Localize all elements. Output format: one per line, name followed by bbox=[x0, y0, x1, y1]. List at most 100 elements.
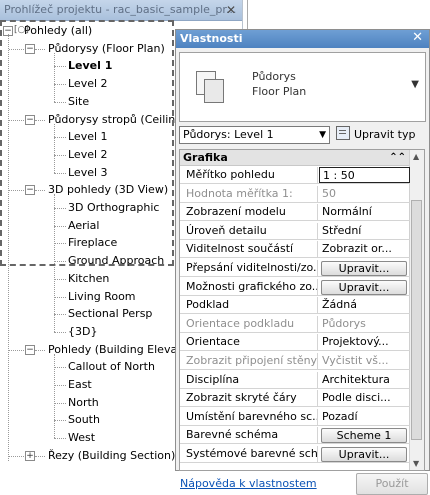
collapse-icon[interactable]: − bbox=[25, 344, 35, 355]
property-row[interactable]: Zobrazit skryté čáry Podle disci... bbox=[180, 390, 410, 408]
tree-connector bbox=[54, 385, 66, 386]
views-icon: [○] bbox=[14, 25, 29, 35]
project-browser-title: Prohlížeč projektu - rac_basic_sample_pr… bbox=[4, 3, 237, 16]
tree-item[interactable]: Callout of North bbox=[68, 358, 155, 375]
group-header-label: Grafika bbox=[183, 151, 228, 164]
collapse-icon[interactable]: − bbox=[25, 43, 35, 54]
edit-type-label: Upravit typ bbox=[354, 128, 416, 141]
tree-item[interactable]: 3D Orthographic bbox=[68, 199, 159, 216]
property-row[interactable]: Viditelnost součástí Zobrazit or... bbox=[180, 241, 410, 259]
property-row[interactable]: Měřítko pohledu 1 : 50 bbox=[180, 167, 410, 184]
chevron-down-icon[interactable]: ▼ bbox=[411, 79, 419, 90]
tree-connector bbox=[54, 296, 66, 298]
property-value[interactable]: Architektura bbox=[319, 372, 410, 388]
apply-button[interactable]: Použít bbox=[356, 473, 428, 495]
property-name: Možnosti grafického zo... bbox=[180, 278, 318, 295]
tree-connector bbox=[54, 208, 66, 209]
tree-item[interactable]: Půdorysy stropů (Ceiling bbox=[48, 111, 182, 128]
tree-item[interactable]: Level 1 bbox=[68, 128, 108, 145]
tree-item[interactable]: West bbox=[68, 429, 95, 446]
tree-item[interactable]: East bbox=[68, 376, 92, 393]
property-row[interactable]: Orientace podkladu Půdorys bbox=[180, 315, 410, 333]
property-row[interactable]: Zobrazit připojení stěny Vyčistit vš... bbox=[180, 353, 410, 370]
edit-button[interactable]: Upravit... bbox=[321, 279, 407, 295]
tree-item[interactable]: Kitchen bbox=[68, 270, 109, 287]
tree-item[interactable]: Living Room bbox=[68, 288, 136, 305]
tree-connector bbox=[9, 349, 24, 351]
property-row[interactable]: Barevné schéma Scheme 1 bbox=[180, 427, 410, 445]
scrollbar-thumb[interactable] bbox=[411, 200, 422, 440]
edit-button[interactable]: Upravit... bbox=[321, 261, 407, 276]
property-row[interactable]: Systémové barevné schémaUpravit... bbox=[180, 446, 410, 463]
property-value-input[interactable]: 1 : 50 bbox=[319, 167, 410, 183]
project-browser-titlebar[interactable]: Prohlížeč projektu - rac_basic_sample_pr… bbox=[0, 0, 242, 21]
tree-connector bbox=[54, 331, 66, 333]
tree-connector bbox=[54, 52, 55, 102]
tree-connector bbox=[9, 455, 24, 457]
tree-item[interactable]: Level 2 bbox=[68, 146, 108, 163]
tree-item[interactable]: Level 3 bbox=[68, 164, 108, 181]
tree-item[interactable]: South bbox=[68, 411, 100, 428]
tree-item[interactable]: {3D} bbox=[68, 323, 97, 340]
property-value[interactable]: Normální bbox=[319, 204, 410, 220]
tree-connector bbox=[54, 101, 66, 103]
property-value[interactable]: Žádná bbox=[319, 297, 410, 313]
tree-connector bbox=[35, 349, 45, 351]
property-row[interactable]: Zobrazení modelu Normální bbox=[180, 204, 410, 222]
type-selector[interactable]: Půdorys Floor Plan ▼ bbox=[179, 52, 426, 122]
tree-item[interactable]: Aerial bbox=[68, 217, 99, 234]
property-row[interactable]: Podklad Žádná bbox=[180, 297, 410, 315]
tree-item[interactable]: Půdorysy (Floor Plan) bbox=[48, 40, 165, 57]
tree-connector bbox=[54, 84, 66, 86]
property-value[interactable]: Podle disci... bbox=[319, 390, 410, 406]
property-name: Zobrazit připojení stěny bbox=[180, 353, 318, 369]
property-row[interactable]: Přepsání viditelnosti/zo... Upravit... bbox=[180, 260, 410, 277]
property-value[interactable]: Projektový... bbox=[319, 334, 410, 350]
tree-item[interactable]: 3D pohledy (3D View) bbox=[48, 181, 168, 198]
properties-titlebar[interactable]: Vlastnosti ✕ bbox=[176, 30, 429, 48]
property-name: Hodnota měřítka 1: bbox=[180, 185, 318, 202]
properties-help-link[interactable]: Nápověda k vlastnostem bbox=[180, 477, 317, 490]
property-row[interactable]: Orientace Projektový... bbox=[180, 334, 410, 352]
scroll-down-icon[interactable]: ▼ bbox=[413, 459, 419, 468]
tree-item[interactable]: Sectional Persp bbox=[68, 305, 152, 322]
property-row[interactable]: Umístění barevného sc... Pozadí bbox=[180, 408, 410, 426]
edit-type-button[interactable]: Upravit typ bbox=[336, 126, 415, 144]
tree-item[interactable]: Site bbox=[68, 93, 89, 110]
property-row[interactable]: Hodnota měřítka 1: 50 bbox=[180, 185, 410, 203]
tree-item[interactable]: Fireplace bbox=[68, 234, 117, 251]
floor-plan-icon bbox=[196, 71, 226, 103]
vertical-scrollbar[interactable]: ▲ ▼ bbox=[409, 150, 424, 470]
property-name: Disciplína bbox=[180, 371, 318, 388]
tree-item[interactable]: Level 2 bbox=[68, 75, 108, 92]
property-value[interactable]: Zobrazit or... bbox=[319, 241, 410, 257]
property-row[interactable]: Úroveň detailu Střední bbox=[180, 222, 410, 240]
expand-icon[interactable]: + bbox=[25, 450, 35, 461]
type-name-line1: Půdorys bbox=[252, 70, 296, 83]
collapse-icon[interactable]: − bbox=[25, 185, 35, 196]
property-value[interactable]: Střední bbox=[319, 223, 410, 239]
property-row[interactable]: Disciplína Architektura bbox=[180, 371, 410, 389]
tree-item[interactable]: North bbox=[68, 394, 99, 411]
close-icon[interactable]: ✕ bbox=[412, 29, 423, 47]
tree-item[interactable]: Řezy (Building Section) bbox=[48, 447, 175, 464]
scroll-up-icon[interactable]: ▲ bbox=[413, 152, 419, 161]
property-name: Umístění barevného sc... bbox=[180, 408, 318, 425]
close-icon[interactable]: ✕ bbox=[226, 0, 236, 20]
edit-button[interactable]: Upravit... bbox=[321, 447, 407, 462]
instance-filter-dropdown[interactable]: Půdorys: Level 1 ▼ bbox=[179, 126, 330, 144]
tree-item[interactable]: Ground Approach bbox=[68, 252, 164, 269]
edit-type-icon bbox=[336, 126, 350, 140]
property-row[interactable]: Možnosti grafického zo... Upravit... bbox=[180, 278, 410, 296]
edit-button[interactable]: Scheme 1 bbox=[321, 428, 407, 444]
property-name: Systémové barevné schéma bbox=[180, 446, 318, 462]
collapse-icon[interactable]: − bbox=[25, 114, 35, 125]
property-value[interactable]: Pozadí bbox=[319, 409, 410, 425]
tree-item[interactable]: Pohledy (all) bbox=[24, 22, 92, 39]
collapse-icon[interactable]: ⌃⌃ bbox=[389, 150, 406, 166]
group-header-graphics[interactable]: Grafika ⌃⌃ bbox=[180, 150, 410, 166]
tree-connector bbox=[54, 353, 55, 439]
tree-connector bbox=[54, 261, 66, 263]
tree-item[interactable]: Pohledy (Building Elevat bbox=[48, 341, 182, 358]
tree-item[interactable]: Level 1 bbox=[68, 57, 112, 74]
